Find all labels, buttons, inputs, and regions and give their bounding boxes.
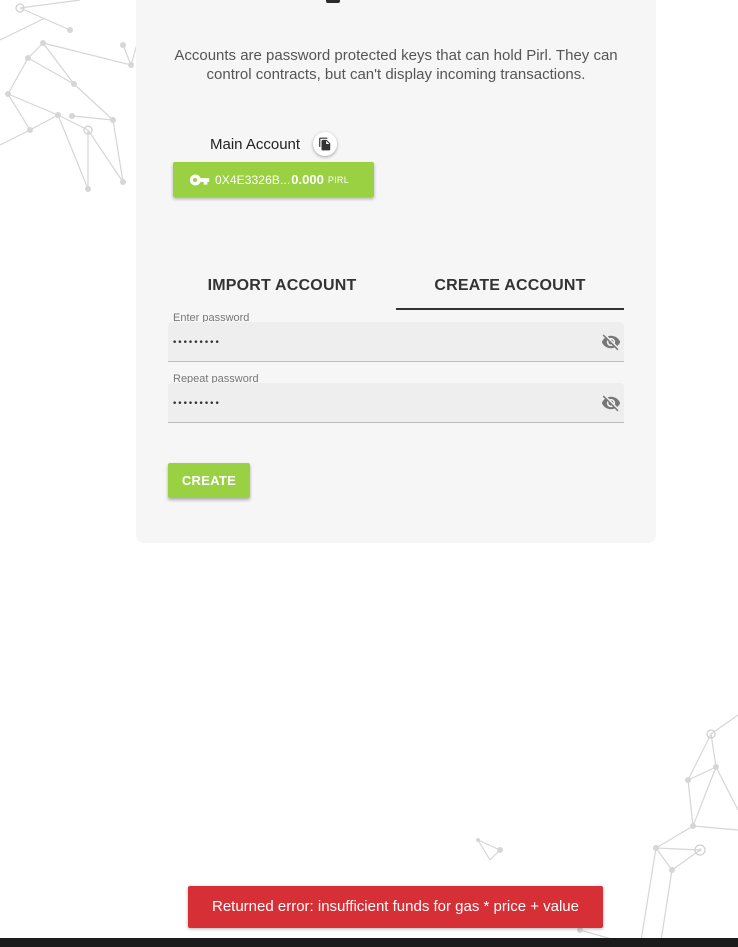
- copy-icon: [319, 137, 331, 151]
- password-field-container: [168, 322, 624, 362]
- password-field[interactable]: [172, 332, 582, 354]
- account-balance: 0.000: [291, 172, 324, 187]
- create-button[interactable]: CREATE: [168, 463, 250, 498]
- visibility-off-icon[interactable]: [599, 330, 623, 354]
- page-title-fragment: [326, 0, 340, 3]
- repeat-password-field[interactable]: [172, 393, 582, 415]
- tab-create-account[interactable]: CREATE ACCOUNT: [396, 268, 624, 310]
- error-toast: Returned error: insufficient funds for g…: [188, 886, 603, 928]
- repeat-password-field-container: [168, 383, 624, 423]
- accounts-description: Accounts are password protected keys tha…: [174, 47, 618, 83]
- copy-address-button[interactable]: [313, 132, 337, 156]
- visibility-off-icon[interactable]: [599, 391, 623, 415]
- bottom-bar: [0, 938, 738, 947]
- account-balance-unit: PIRL: [327, 174, 350, 185]
- key-icon: [189, 173, 211, 187]
- account-name: Main Account: [210, 136, 301, 153]
- account-address: 0X4E3326B...: [215, 172, 291, 187]
- tab-import-account[interactable]: IMPORT ACCOUNT: [168, 268, 396, 310]
- app-window: Accounts are password protected keys tha…: [0, 0, 738, 947]
- account-button[interactable]: 0X4E3326B... 0.000 PIRL: [173, 162, 374, 197]
